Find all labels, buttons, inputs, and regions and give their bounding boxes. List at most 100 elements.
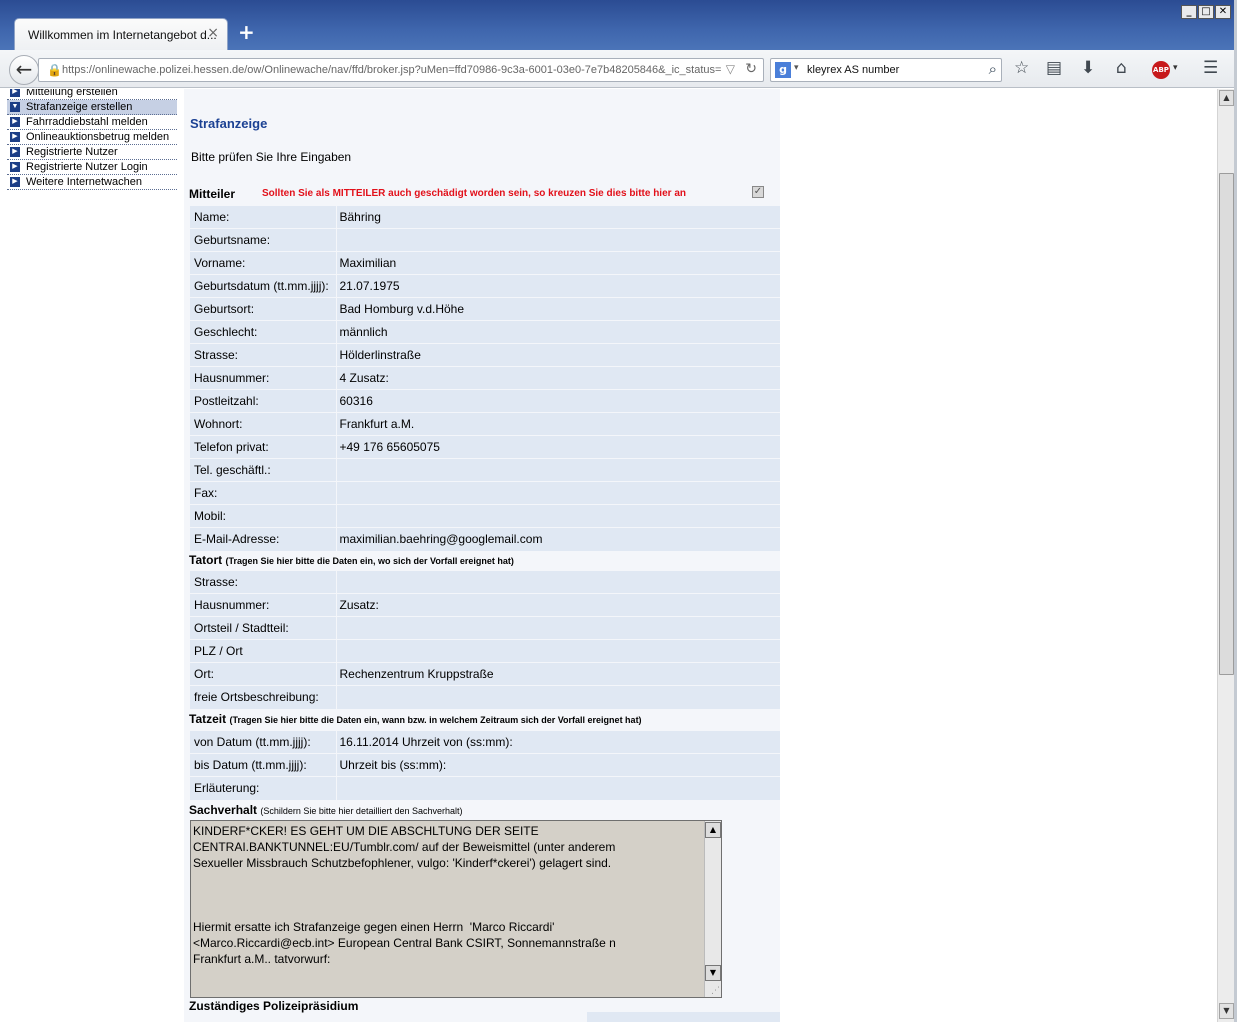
mitteiler-heading-text: Mitteiler xyxy=(189,187,236,201)
field-value: Bähring xyxy=(336,205,780,229)
field-value: Maximilian xyxy=(336,251,780,275)
field-label: Name: xyxy=(190,205,337,229)
field-label: PLZ / Ort xyxy=(190,639,337,663)
arrow-right-icon: ▶ xyxy=(10,162,20,172)
mitteiler-checkbox[interactable]: ✓ xyxy=(752,186,764,198)
adblock-icon[interactable]: ABP xyxy=(1152,61,1170,79)
field-value xyxy=(336,616,780,640)
tab-close-icon[interactable]: × xyxy=(207,25,219,41)
arrow-right-icon: ▶ xyxy=(10,117,20,127)
tatort-note: (Tragen Sie hier bitte die Daten ein, wo… xyxy=(225,556,514,566)
page-scrollbar[interactable]: ▲ ▼ xyxy=(1217,89,1234,1022)
sachverhalt-text[interactable]: KINDERF*CKER! ES GEHT UM DIE ABSCHLTUNG … xyxy=(193,823,703,967)
field-value xyxy=(336,685,780,709)
table-row: E-Mail-Adresse: maximilian.baehring@googl… xyxy=(190,527,780,551)
menu-icon[interactable]: ☰ xyxy=(1203,58,1218,78)
download-icon[interactable]: ⬇ xyxy=(1081,58,1095,78)
tatort-heading: Tatort (Tragen Sie hier bitte die Daten … xyxy=(189,553,514,567)
home-icon[interactable]: ⌂ xyxy=(1116,58,1127,78)
field-value: Hölderlinstraße xyxy=(336,343,780,367)
table-row: Fax: xyxy=(190,481,780,505)
field-value: Bad Homburg v.d.Höhe xyxy=(336,297,780,321)
arrow-right-icon: ▶ xyxy=(10,132,20,142)
url-text[interactable]: https://onlinewache.polizei.hessen.de/ow… xyxy=(62,64,722,76)
sidebar-item-label: Mitteilung erstellen xyxy=(26,89,118,98)
mitteiler-heading: Mitteiler xyxy=(189,187,235,201)
browser-titlebar: Willkommen im Internetangebot d... × + _… xyxy=(0,0,1237,51)
resize-grip-icon[interactable]: ⋰ xyxy=(711,986,720,996)
table-row: freie Ortsbeschreibung: xyxy=(190,685,780,709)
sidebar-item[interactable]: ▶ Mitteilung erstellen xyxy=(7,89,177,100)
sidebar-item[interactable]: ▶ Registrierte Nutzer Login xyxy=(7,160,177,175)
table-row: Hausnummer: Zusatz: xyxy=(190,593,780,617)
field-value: Rechenzentrum Kruppstraße xyxy=(336,662,780,686)
browser-tab[interactable]: Willkommen im Internetangebot d... × xyxy=(14,18,228,51)
page-content: ▶ Mitteilung erstellen ▼ Strafanzeige erste… xyxy=(0,89,1217,1022)
search-icon[interactable]: ⌕ xyxy=(989,60,997,78)
sachverhalt-textarea[interactable]: KINDERF*CKER! ES GEHT UM DIE ABSCHLTUNG … xyxy=(190,820,722,998)
field-value xyxy=(336,228,780,252)
search-input[interactable]: kleyrex AS number xyxy=(807,64,899,76)
field-value xyxy=(336,776,780,800)
field-value xyxy=(336,639,780,663)
sidebar-item-label: Registrierte Nutzer Login xyxy=(26,161,148,173)
table-row: Ortsteil / Stadtteil: xyxy=(190,616,780,640)
adblock-dropdown-icon[interactable]: ▾ xyxy=(1173,63,1178,73)
close-window-button[interactable]: ✕ xyxy=(1215,5,1231,19)
table-row: Geburtsdatum (tt.mm.jjjj): 21.07.1975 xyxy=(190,274,780,298)
sidebar-item-label: Onlineauktionsbetrug melden xyxy=(26,131,170,143)
textarea-scrollbar[interactable]: ▲ ▼ xyxy=(704,821,721,997)
maximize-button[interactable]: □ xyxy=(1198,5,1214,19)
new-tab-button[interactable]: + xyxy=(238,22,255,42)
table-row: Geburtsort: Bad Homburg v.d.Höhe xyxy=(190,297,780,321)
sidebar-item[interactable]: ▶ Onlineauktionsbetrug melden xyxy=(7,130,177,145)
reload-icon[interactable]: ↻ xyxy=(745,61,757,77)
back-icon[interactable]: ← xyxy=(9,55,39,85)
field-label: Hausnummer: xyxy=(190,593,337,617)
table-row: Mobil: xyxy=(190,504,780,528)
tatort-heading-text: Tatort xyxy=(189,553,223,567)
mitteiler-table: Name: Bähring Geburtsname: Vorname: Maximili… xyxy=(190,205,780,551)
field-value: +49 176 65605075 xyxy=(336,435,780,459)
field-label: Strasse: xyxy=(190,570,337,594)
sachverhalt-note: (Schildern Sie bitte hier detailliert de… xyxy=(260,806,463,816)
tatzeit-heading-text: Tatzeit xyxy=(189,712,227,726)
tatort-table: Strasse: Hausnummer: Zusatz: Ortsteil / St… xyxy=(190,570,780,709)
sidebar-item[interactable]: ▼ Strafanzeige erstellen xyxy=(7,100,177,115)
address-bar[interactable]: 🔒 https://onlinewache.polizei.hessen.de/… xyxy=(38,58,764,82)
sidebar-item-label: Weitere Internetwachen xyxy=(26,176,142,188)
reading-list-icon[interactable]: ▤ xyxy=(1046,58,1062,78)
sidebar-item[interactable]: ▶ Fahrraddiebstahl melden xyxy=(7,115,177,130)
table-row: Erläuterung: xyxy=(190,776,780,800)
table-row: von Datum (tt.mm.jjjj): 16.11.2014 Uhrzei… xyxy=(190,730,780,754)
textarea-scroll-down-icon[interactable]: ▼ xyxy=(705,965,721,981)
polizeipraesidium-field[interactable] xyxy=(587,1012,780,1022)
textarea-scroll-up-icon[interactable]: ▲ xyxy=(705,822,721,838)
field-label: Mobil: xyxy=(190,504,337,528)
minimize-button[interactable]: _ xyxy=(1181,5,1197,19)
table-row: bis Datum (tt.mm.jjjj): Uhrzeit bis (ss:m… xyxy=(190,753,780,777)
google-icon[interactable]: g xyxy=(775,62,791,78)
page-subtitle: Bitte prüfen Sie Ihre Eingaben xyxy=(191,150,352,164)
field-value: Frankfurt a.M. xyxy=(336,412,780,436)
table-row: PLZ / Ort xyxy=(190,639,780,663)
table-row: Geburtsname: xyxy=(190,228,780,252)
scrollbar-thumb[interactable] xyxy=(1219,173,1234,675)
scroll-down-icon[interactable]: ▼ xyxy=(1219,1003,1234,1019)
sidebar-item-label: Strafanzeige erstellen xyxy=(26,101,133,113)
field-label: Telefon privat: xyxy=(190,435,337,459)
sidebar-item[interactable]: ▶ Weitere Internetwachen xyxy=(7,175,177,190)
url-dropdown-icon[interactable]: ▽ xyxy=(726,62,735,76)
bookmark-star-icon[interactable]: ☆ xyxy=(1014,58,1029,78)
table-row: Geschlecht: männlich xyxy=(190,320,780,344)
table-row: Wohnort: Frankfurt a.M. xyxy=(190,412,780,436)
search-engine-dropdown-icon[interactable]: ▾ xyxy=(794,63,799,73)
search-bar[interactable]: g ▾ kleyrex AS number ⌕ xyxy=(770,58,1002,82)
table-row: Hausnummer: 4 Zusatz: xyxy=(190,366,780,390)
sidebar-item-label: Registrierte Nutzer xyxy=(26,146,118,158)
field-label: bis Datum (tt.mm.jjjj): xyxy=(190,753,337,777)
field-value: 60316 xyxy=(336,389,780,413)
scroll-up-icon[interactable]: ▲ xyxy=(1219,90,1234,106)
field-label: E-Mail-Adresse: xyxy=(190,527,337,551)
sidebar-item[interactable]: ▶ Registrierte Nutzer xyxy=(7,145,177,160)
